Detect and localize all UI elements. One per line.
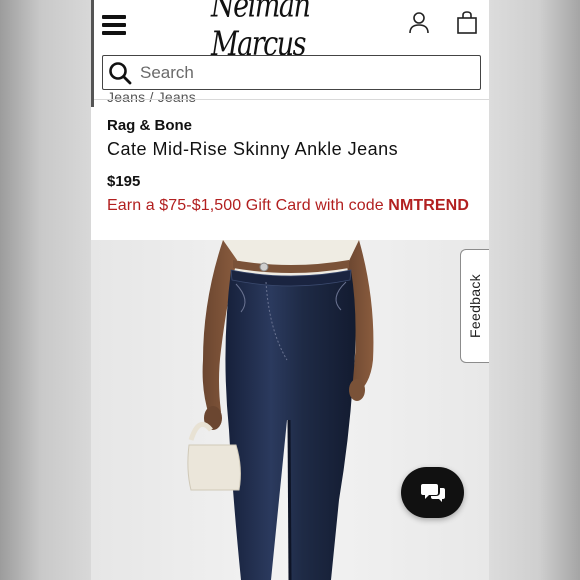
product-brand[interactable]: Rag & Bone <box>107 117 192 134</box>
promo-code: NMTREND <box>388 197 469 214</box>
chat-bubbles-icon <box>420 483 445 502</box>
search-bar[interactable] <box>102 55 481 90</box>
background-right <box>489 0 580 580</box>
scrollbar-handle[interactable] <box>91 0 94 107</box>
user-account-icon[interactable] <box>409 12 429 34</box>
search-icon[interactable] <box>108 61 132 85</box>
promo-banner: Earn a $75-$1,500 Gift Card with code NM… <box>107 197 469 215</box>
promo-text: Earn a $75-$1,500 Gift Card with code <box>107 197 389 214</box>
product-price: $195 <box>107 173 141 190</box>
mobile-page: Neiman Marcus Jeans / Jeans Rag & Bone C… <box>91 0 489 580</box>
product-title: Cate Mid-Rise Skinny Ankle Jeans <box>107 139 399 159</box>
hamburger-menu-icon[interactable] <box>102 15 126 35</box>
shopping-bag-icon[interactable] <box>457 11 477 34</box>
product-image[interactable] <box>91 240 489 580</box>
site-logo[interactable]: Neiman Marcus <box>211 0 361 64</box>
search-input[interactable] <box>140 62 460 83</box>
site-header: Neiman Marcus <box>91 0 489 64</box>
background-left <box>0 0 91 580</box>
chat-button[interactable] <box>401 467 464 518</box>
breadcrumb[interactable]: Jeans / Jeans <box>107 89 196 105</box>
product-photo-illustration <box>91 240 489 580</box>
header-divider <box>91 99 489 100</box>
feedback-label: Feedback <box>467 274 484 338</box>
feedback-tab[interactable]: Feedback <box>460 249 489 363</box>
